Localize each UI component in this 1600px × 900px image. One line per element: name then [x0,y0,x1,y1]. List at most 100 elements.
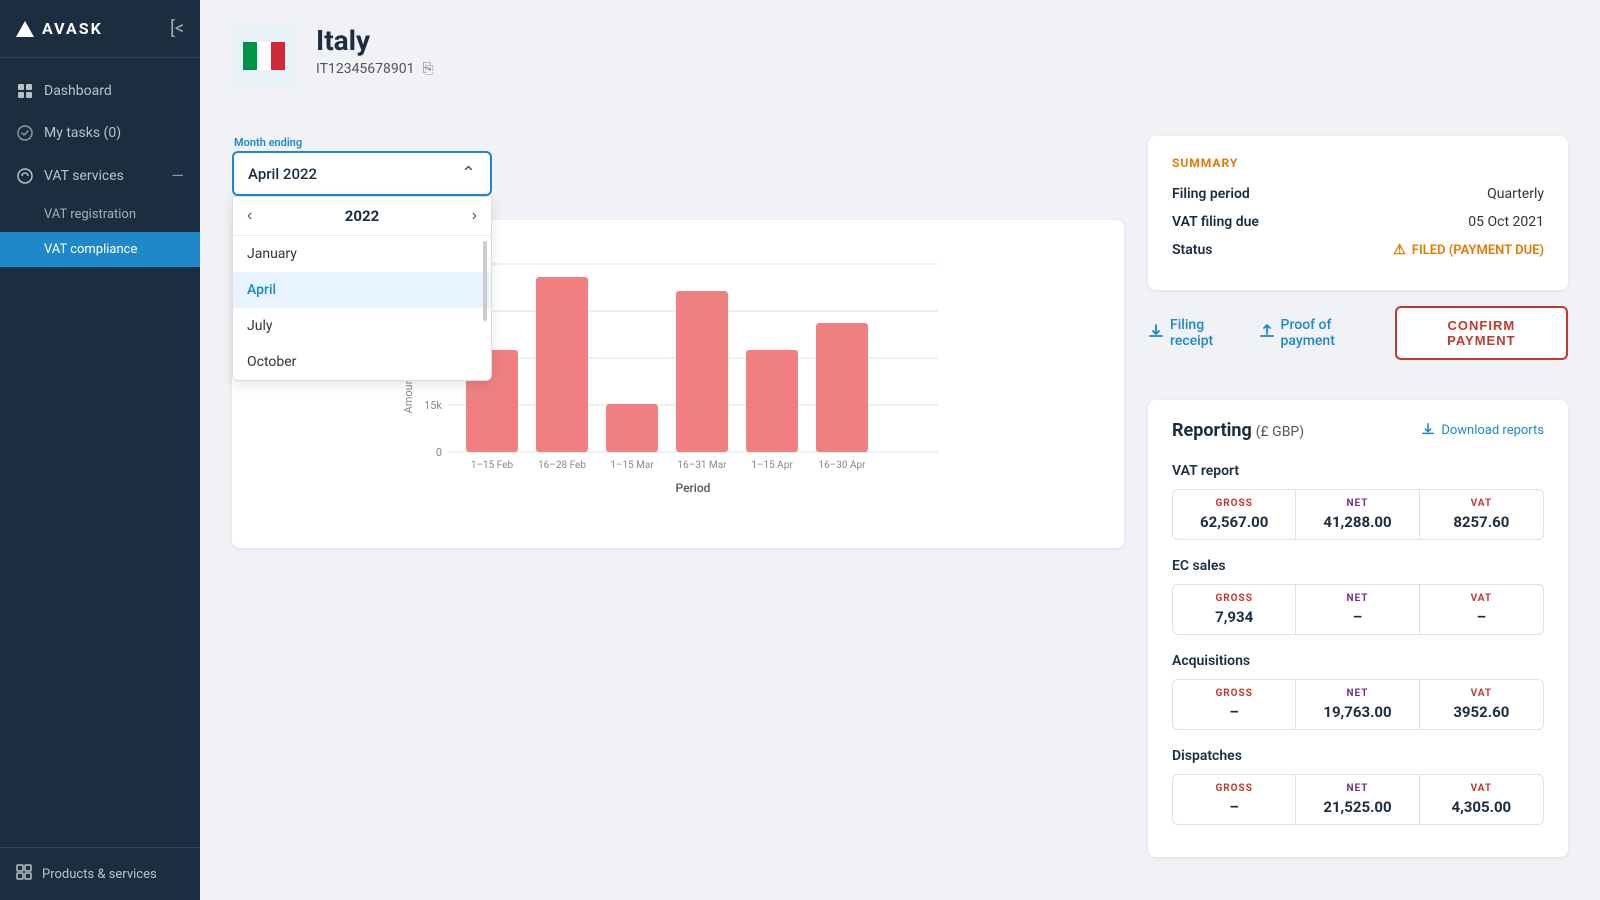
net-label-1: NET [1308,593,1406,604]
collapse-icon[interactable]: [< [170,18,184,39]
vat-services-section: VAT services — VAT registration VAT comp… [0,154,200,267]
summary-box: SUMMARY Filing period Quarterly VAT fili… [1148,136,1568,290]
upload-icon-proof [1259,323,1275,343]
vat-report-gross-cell: GROSS 62,567.00 [1173,490,1296,539]
dropdown-year: 2022 [345,207,379,225]
acquisitions-net-value: 19,763.00 [1308,703,1406,721]
svg-text:1–15 Apr: 1–15 Apr [751,460,793,471]
year-next-button[interactable]: › [472,207,477,225]
gross-label-2: GROSS [1185,688,1283,699]
status-badge: ⚠ FILED (PAYMENT DUE) [1393,242,1544,258]
dropdown-scrollbar [483,241,487,321]
copy-icon[interactable]: ⎘ [423,61,434,77]
confirm-payment-button[interactable]: CONFIRM PAYMENT [1395,306,1568,360]
download-icon-reports [1421,422,1435,440]
dropdown-menu: ‹ 2022 › January April July October [232,196,492,381]
month-option-april[interactable]: April [233,272,491,308]
gross-label-3: GROSS [1185,783,1283,794]
sidebar-item-products-services[interactable]: Products & services [16,864,184,884]
year-prev-button[interactable]: ‹ [247,207,252,225]
dropdown-label: Month ending [232,136,492,149]
dropdown-selected-value: April 2022 [248,165,317,183]
ec-sales-net-cell: NET – [1296,585,1419,634]
warning-icon: ⚠ [1393,242,1406,258]
report-section-vat: VAT report GROSS 62,567.00 NET 41,288.00… [1172,457,1544,540]
dispatches-net-cell: NET 21,525.00 [1296,775,1419,824]
vat-label-2: VAT [1432,688,1531,699]
gross-label-1: GROSS [1185,593,1283,604]
vat-label-1: VAT [1432,593,1531,604]
status-label: Status [1172,242,1212,258]
ec-sales-net-value: – [1308,608,1406,626]
grid-icon [16,82,34,100]
acquisitions-gross-value: – [1185,703,1283,721]
sidebar-item-vat-registration[interactable]: VAT registration [0,197,200,232]
chevron-up-icon: ⌃ [461,163,476,184]
month-option-january[interactable]: January [233,236,491,272]
vat-report-vat-value: 8257.60 [1432,513,1531,531]
dispatches-gross-cell: GROSS – [1173,775,1296,824]
dispatches-vat-cell: VAT 4,305.00 [1420,775,1543,824]
month-option-october[interactable]: October [233,344,491,380]
ec-sales-vat-cell: VAT – [1420,585,1543,634]
filing-period-value: Quarterly [1487,186,1544,202]
dispatches-net-value: 21,525.00 [1308,798,1406,816]
vat-report-title: VAT report [1172,457,1544,483]
action-row: Filing receipt Proof of payment CONFIRM … [1148,306,1568,360]
reporting-header: Reporting (£ GBP) Download reports [1172,420,1544,441]
reporting-title-wrapper: Reporting (£ GBP) [1172,420,1304,441]
ec-sales-vat-value: – [1432,608,1531,626]
ec-sales-table: GROSS 7,934 NET – VAT – [1172,584,1544,635]
products-services-icon [16,864,32,884]
acquisitions-vat-value: 3952.60 [1432,703,1531,721]
acquisitions-table: GROSS – NET 19,763.00 VAT 3952.60 [1172,679,1544,730]
bar-16-30-apr [816,323,868,452]
vat-label-3: VAT [1432,783,1531,794]
sidebar-footer: Products & services [0,847,200,900]
check-circle-icon [16,124,34,142]
svg-text:15k: 15k [424,399,442,412]
sidebar-item-dashboard[interactable]: Dashboard [0,70,200,112]
proof-of-payment-link[interactable]: Proof of payment [1259,317,1379,349]
filing-receipt-link[interactable]: Filing receipt [1148,317,1243,349]
dispatches-title: Dispatches [1172,742,1544,768]
report-section-acquisitions: Acquisitions GROSS – NET 19,763.00 VAT 3 [1172,647,1544,730]
vat-services-label: VAT services [44,168,124,184]
vat-label-0: VAT [1432,498,1531,509]
download-reports-link[interactable]: Download reports [1421,422,1544,440]
sidebar-item-my-tasks-label: My tasks (0) [44,125,121,141]
proof-of-payment-label: Proof of payment [1281,317,1379,349]
download-reports-label: Download reports [1441,423,1544,438]
vat-report-table: GROSS 62,567.00 NET 41,288.00 VAT 8257.6… [1172,489,1544,540]
svg-text:16–30 Apr: 16–30 Apr [818,460,866,471]
sidebar-item-my-tasks[interactable]: My tasks (0) [0,112,200,154]
svg-text:0: 0 [436,446,442,459]
month-option-july[interactable]: July [233,308,491,344]
country-name: Italy [316,24,434,57]
ec-sales-gross-value: 7,934 [1185,608,1283,626]
sidebar-item-vat-compliance[interactable]: VAT compliance [0,232,200,267]
svg-text:16–28 Feb: 16–28 Feb [538,460,586,471]
month-dropdown-wrapper: Month ending April 2022 ⌃ ‹ 2022 › Janua… [232,136,492,196]
acquisitions-gross-cell: GROSS – [1173,680,1296,729]
month-dropdown-trigger[interactable]: April 2022 ⌃ [232,151,492,196]
gross-label-0: GROSS [1185,498,1283,509]
status-value: FILED (PAYMENT DUE) [1412,243,1544,258]
sidebar: AVASK [< Dashboard My tasks [0,0,200,900]
content-grid: Month ending April 2022 ⌃ ‹ 2022 › Janua… [232,136,1568,857]
acquisitions-net-cell: NET 19,763.00 [1296,680,1419,729]
left-panel: Month ending April 2022 ⌃ ‹ 2022 › Janua… [232,136,1124,857]
sidebar-nav: Dashboard My tasks (0) [0,58,200,847]
products-services-label: Products & services [42,867,157,882]
country-info: Italy IT12345678901 ⎘ [316,24,434,77]
vat-filing-due-value: 05 Oct 2021 [1468,214,1544,230]
svg-text:1–15 Feb: 1–15 Feb [471,460,514,471]
net-label-0: NET [1308,498,1406,509]
country-header-row: Italy IT12345678901 ⎘ [232,24,1568,112]
report-section-dispatches: Dispatches GROSS – NET 21,525.00 VAT 4,3 [1172,742,1544,825]
ec-sales-title: EC sales [1172,552,1544,578]
sidebar-header: AVASK [< [0,0,200,58]
vat-report-net-value: 41,288.00 [1308,513,1406,531]
svg-text:Period: Period [676,481,711,495]
sidebar-item-vat-services[interactable]: VAT services — [0,154,200,197]
